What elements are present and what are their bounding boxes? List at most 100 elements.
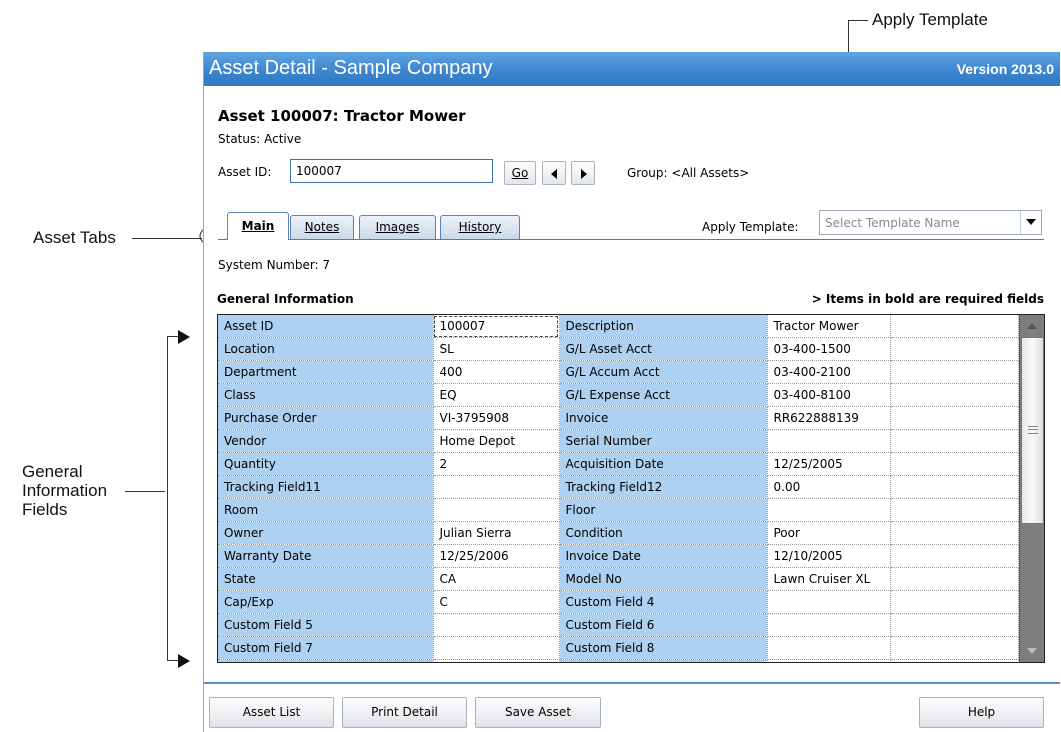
scroll-thumb[interactable] (1021, 337, 1044, 524)
table-row: Class EQ G/L Expense Acct 03-400-8100 (218, 383, 1019, 407)
tab-strip-line (218, 239, 1044, 240)
field-value[interactable]: 03-400-2100 (767, 360, 891, 384)
field-value[interactable]: 03-400-1500 (767, 337, 891, 361)
grip-icon (1028, 426, 1038, 434)
field-value[interactable] (767, 590, 891, 614)
field-value[interactable] (767, 636, 891, 660)
spacer-cell (890, 337, 1019, 361)
title-bar: Asset Detail - Sample Company Version 20… (204, 52, 1060, 86)
vertical-scrollbar[interactable] (1019, 315, 1044, 662)
field-value[interactable] (433, 636, 560, 660)
field-value[interactable]: CA (433, 567, 560, 591)
asset-id-input[interactable] (290, 159, 493, 183)
asset-list-button[interactable]: Asset List (209, 697, 334, 728)
field-label: Invoice Date (559, 544, 768, 568)
spacer-cell (890, 636, 1019, 660)
field-label: Quantity (218, 452, 434, 476)
spacer-cell (890, 498, 1019, 522)
go-button[interactable]: Go (504, 161, 536, 185)
table-row: Cap/Exp C Custom Field 4 (218, 590, 1019, 614)
tab-notes[interactable]: Notes (290, 215, 354, 239)
field-value[interactable]: 100007 (433, 315, 560, 338)
field-label: Serial Number (559, 429, 768, 453)
apply-template-callout: Apply Template (872, 10, 988, 29)
table-row: State CA Model No Lawn Cruiser XL (218, 567, 1019, 591)
spacer-cell (890, 452, 1019, 476)
save-asset-button[interactable]: Save Asset (475, 697, 601, 728)
field-label: Department (218, 360, 434, 384)
general-info-callout-3: Fields (22, 500, 68, 519)
asset-tabs-callout-line (132, 238, 202, 239)
tab-images[interactable]: Images (359, 215, 436, 239)
field-value[interactable]: 12/25/2006 (433, 544, 560, 568)
go-button-label: Go (511, 166, 529, 180)
version-label: Version 2013.0 (956, 61, 1054, 77)
template-select[interactable]: Select Template Name (819, 210, 1042, 235)
apply-template-label: Apply Template: (702, 220, 799, 234)
tab-images-label: Images (375, 220, 420, 234)
previous-asset-button[interactable] (542, 161, 566, 185)
field-value[interactable] (767, 613, 891, 637)
field-label: Invoice (559, 406, 768, 430)
tab-main[interactable]: Main (227, 212, 289, 240)
field-label: Tracking Field12 (559, 475, 768, 499)
table-row: Department 400 G/L Accum Acct 03-400-2100 (218, 360, 1019, 384)
print-detail-button[interactable]: Print Detail (342, 697, 467, 728)
field-value[interactable]: Julian Sierra (433, 521, 560, 545)
field-value[interactable]: VI-3795908 (433, 406, 560, 430)
next-asset-button[interactable] (571, 161, 595, 185)
field-value[interactable]: SL (433, 337, 560, 361)
field-value[interactable]: 400 (433, 360, 560, 384)
general-info-callout-2: Information (22, 481, 108, 500)
field-label: Custom Field 4 (559, 590, 768, 614)
field-value[interactable]: 0.00 (767, 475, 891, 499)
tab-history[interactable]: History (440, 215, 520, 239)
field-value[interactable]: 03-400-8100 (767, 383, 891, 407)
field-label: Warranty Date (218, 544, 434, 568)
field-value[interactable]: Home Depot (433, 429, 560, 453)
general-info-callout-1: General (22, 462, 83, 481)
footer-divider (204, 682, 1060, 684)
field-label: State (218, 567, 434, 591)
spacer-cell (890, 590, 1019, 614)
spacer-cell (890, 406, 1019, 430)
asset-tabs-callout: Asset Tabs (33, 228, 116, 247)
field-value[interactable]: Lawn Cruiser XL (767, 567, 891, 591)
fields-table: Asset ID 100007 Description Tractor Mower Lo… (218, 315, 1019, 662)
general-info-callout-line (125, 491, 165, 492)
tab-notes-label: Notes (304, 220, 340, 234)
field-value[interactable]: RR622888139 (767, 406, 891, 430)
field-value[interactable] (767, 429, 891, 453)
template-dropdown-button[interactable] (1020, 211, 1041, 234)
arrow-left-icon (551, 169, 557, 179)
field-value[interactable] (433, 659, 560, 662)
field-label: Vendor (218, 429, 434, 453)
field-value[interactable]: Poor (767, 521, 891, 545)
field-label: Cap/Exp (218, 590, 434, 614)
field-value[interactable]: 12/25/2005 (767, 452, 891, 476)
spacer-cell (890, 315, 1019, 338)
field-value[interactable] (433, 475, 560, 499)
scroll-down-icon[interactable] (1027, 648, 1037, 654)
general-info-bracket (167, 336, 168, 661)
field-value[interactable] (767, 498, 891, 522)
table-row: Custom Field 9 CIP Reference No (218, 659, 1019, 662)
field-value[interactable]: 12/10/2005 (767, 544, 891, 568)
field-value[interactable] (433, 498, 560, 522)
table-row: Owner Julian Sierra Condition Poor (218, 521, 1019, 545)
help-button[interactable]: Help (919, 697, 1044, 728)
spacer-cell (890, 544, 1019, 568)
arrow-right-icon (581, 169, 587, 179)
field-value[interactable]: EQ (433, 383, 560, 407)
spacer-cell (890, 475, 1019, 499)
field-value[interactable]: Tractor Mower (767, 315, 891, 338)
field-label: Purchase Order (218, 406, 434, 430)
spacer-cell (890, 429, 1019, 453)
field-value[interactable]: C (433, 590, 560, 614)
field-value[interactable] (767, 659, 891, 662)
field-value[interactable]: 2 (433, 452, 560, 476)
table-row: Custom Field 5 Custom Field 6 (218, 613, 1019, 637)
scroll-up-icon[interactable] (1027, 323, 1037, 329)
asset-id-label: Asset ID: (218, 165, 272, 179)
field-value[interactable] (433, 613, 560, 637)
